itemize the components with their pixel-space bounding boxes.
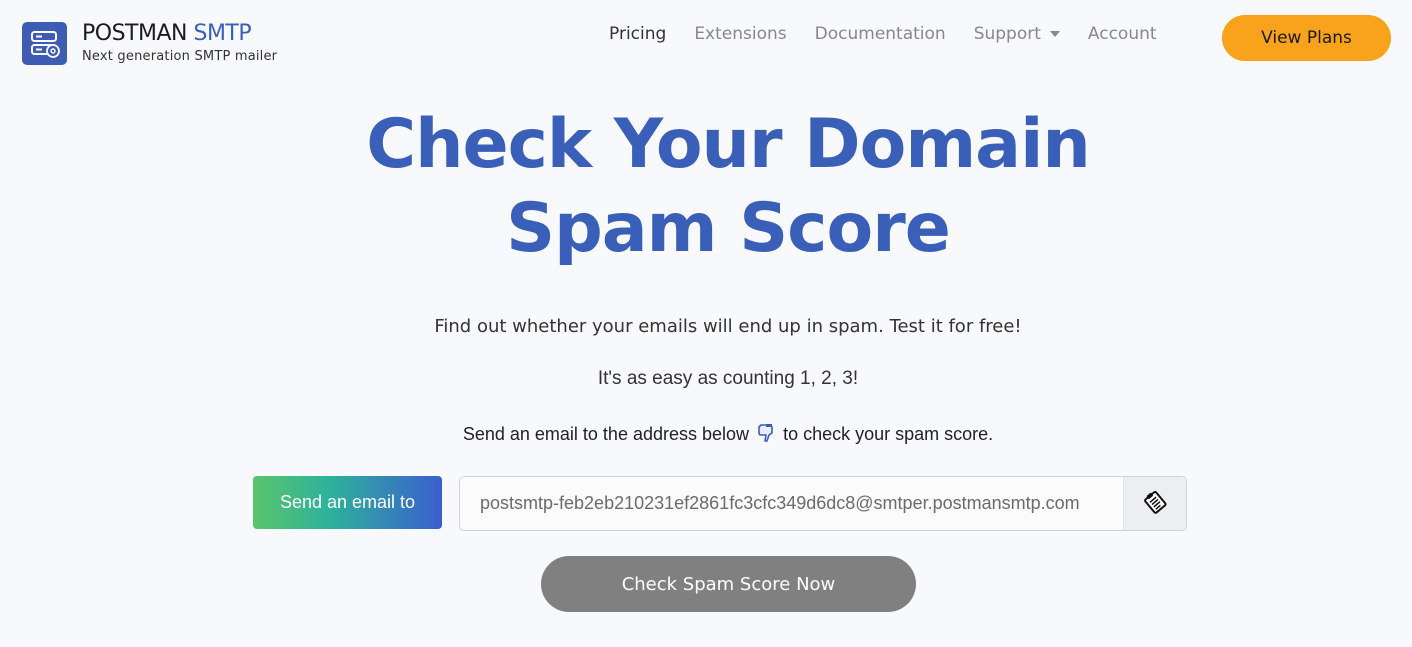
- nav-extensions[interactable]: Extensions: [694, 24, 786, 44]
- check-spam-score-button[interactable]: Check Spam Score Now: [541, 556, 916, 612]
- site-header: POSTMAN SMTP Next generation SMTP mailer…: [0, 0, 1412, 80]
- logo-title-main: POSTMAN: [82, 21, 187, 46]
- page-title-line1: Check Your Domain: [366, 105, 1091, 184]
- nav-support[interactable]: Support: [974, 24, 1060, 44]
- pointing-down-icon: [757, 423, 775, 448]
- logo-title-accent: SMTP: [193, 21, 252, 46]
- nav-pricing[interactable]: Pricing: [609, 24, 666, 44]
- lead-text-2: It's as easy as counting 1, 2, 3!: [597, 368, 859, 389]
- lead-text-1: Find out whether your emails will end up…: [434, 316, 1022, 337]
- logo-tagline: Next generation SMTP mailer: [82, 49, 278, 64]
- page-title: Check Your Domain Spam Score: [0, 103, 1412, 271]
- email-address-group: [459, 476, 1187, 531]
- copy-button[interactable]: [1123, 477, 1186, 530]
- lead-text-3-before: Send an email to the address below: [462, 424, 750, 444]
- view-plans-button[interactable]: View Plans: [1222, 15, 1391, 61]
- nav-support-label: Support: [973, 24, 1041, 44]
- lead-text-3-after: to check your spam score.: [783, 424, 994, 444]
- page-title-line2: Spam Score: [506, 189, 951, 268]
- nav-account[interactable]: Account: [1088, 24, 1157, 44]
- logo-title: POSTMAN SMTP: [82, 23, 277, 45]
- nav-documentation[interactable]: Documentation: [815, 24, 946, 44]
- main-nav: Pricing Extensions Documentation Support…: [609, 24, 1185, 44]
- chevron-down-icon: [1049, 31, 1060, 37]
- lead-text-3: Send an email to the address below to ch…: [0, 423, 1412, 448]
- send-email-label: Send an email to: [253, 476, 442, 529]
- email-address-field[interactable]: [460, 477, 1123, 530]
- clipboard-icon: [1142, 489, 1168, 518]
- server-mail-icon: [22, 22, 67, 65]
- logo[interactable]: POSTMAN SMTP Next generation SMTP mailer: [22, 22, 277, 65]
